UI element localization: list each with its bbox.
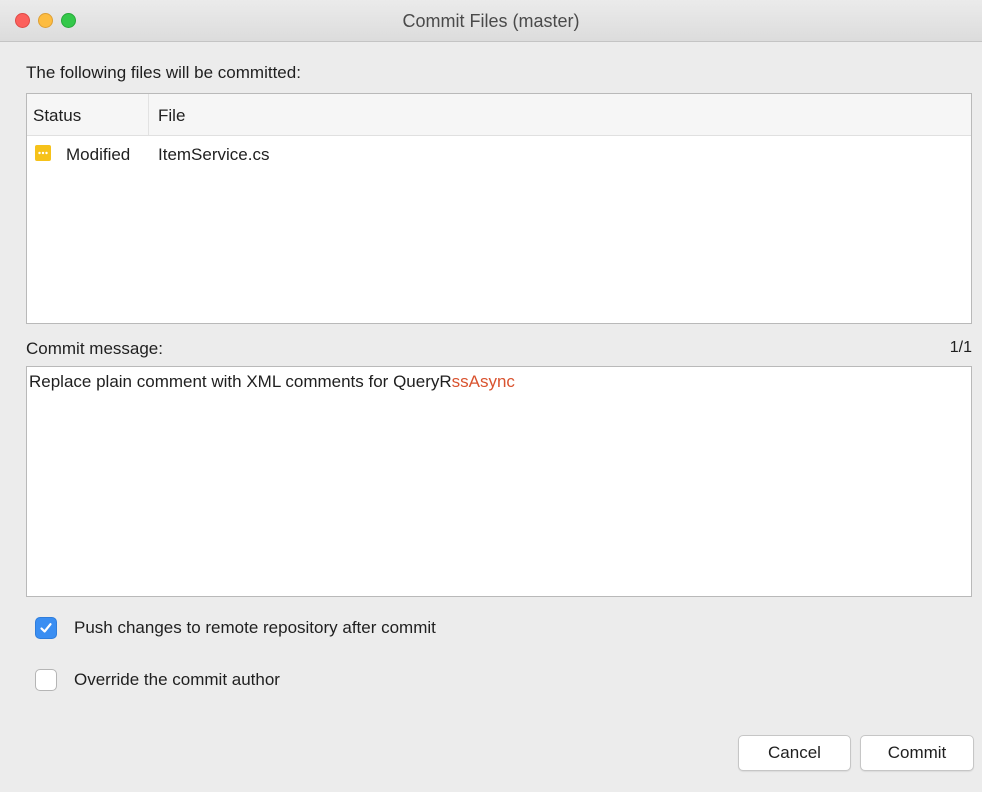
push-changes-checkbox[interactable]	[35, 617, 57, 639]
commit-button[interactable]: Commit	[860, 735, 974, 771]
table-row[interactable]: Modified ItemService.cs	[27, 136, 971, 172]
status-column-header[interactable]: Status	[33, 106, 81, 126]
override-author-checkbox[interactable]	[35, 669, 57, 691]
column-divider[interactable]	[148, 94, 149, 135]
commit-message-label: Commit message:	[26, 339, 163, 358]
cancel-button[interactable]: Cancel	[738, 735, 851, 771]
override-author-label[interactable]: Override the commit author	[74, 670, 280, 690]
commit-message-text: Replace plain comment with XML comments …	[29, 372, 515, 392]
commit-message-main-text: Replace plain comment with XML comments …	[29, 372, 452, 391]
commit-message-textarea[interactable]: Replace plain comment with XML comments …	[26, 366, 972, 597]
modified-icon	[35, 145, 51, 161]
files-table-header: Status File	[27, 94, 971, 136]
files-section-label: The following files will be committed:	[26, 63, 301, 82]
file-column-header[interactable]: File	[158, 106, 185, 126]
files-table: Status File Modified ItemService.cs	[26, 93, 972, 324]
commit-message-flagged-text: ssAsync	[451, 372, 515, 391]
window-title: Commit Files (master)	[402, 11, 580, 31]
commit-files-dialog: Commit Files (master) The following file…	[0, 0, 982, 792]
push-changes-label[interactable]: Push changes to remote repository after …	[74, 618, 436, 638]
file-status: Modified	[66, 145, 131, 164]
title-bar: Commit Files (master)	[0, 0, 982, 42]
message-line-counter: 1/1	[949, 339, 972, 356]
checkmark-icon	[40, 623, 52, 633]
file-name: ItemService.cs	[158, 145, 270, 164]
